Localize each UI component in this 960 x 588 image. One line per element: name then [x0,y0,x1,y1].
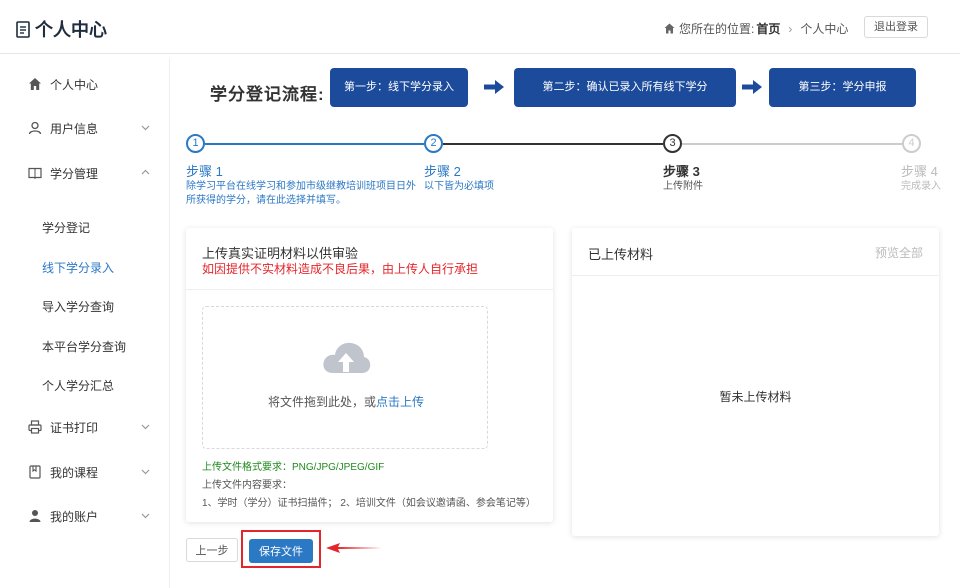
step-1-desc-line1: 除学习平台在线学习和参加市级继教培训班项目日外 [186,181,416,192]
annotation-arrow-icon [326,543,382,553]
chevron-down-icon [141,469,150,475]
uploaded-empty-text: 暂未上传材料 [719,390,792,404]
flow-step-3: 第三步：学分申报 [769,68,916,107]
home-icon [664,23,675,34]
sidebar-item-label: 我的账户 [50,509,99,524]
book-icon [28,167,42,180]
sidebar-item-my-account[interactable]: 我的账户 [16,496,166,536]
step-indicator: 1 步骤 1 除学习平台在线学习和参加市级继教培训班项目日外 所获得的学分，请在… [186,134,946,214]
step-1-desc-line2: 所获得的学分，请在此选择并填写。 [186,195,346,206]
logout-button[interactable]: 退出登录 [864,16,928,38]
sidebar-item-label: 学分管理 [50,166,99,181]
save-file-button[interactable]: 保存文件 [249,539,313,563]
chevron-down-icon [141,424,150,430]
chevron-up-icon [141,169,150,175]
previous-step-button[interactable]: 上一步 [186,538,238,562]
preview-all-link[interactable]: 预览全部 [875,244,923,261]
sidebar-item-personal-center[interactable]: 个人中心 [16,64,166,104]
step-1-circle: 1 [186,134,205,153]
sidebar: 个人中心 用户信息 学分管理 学分登记 线下学分录入 导入学分查询 本平台学分查… [16,58,170,588]
bookmark-icon [29,465,41,479]
step-2-circle: 2 [424,134,443,153]
sidebar-item-label: 用户信息 [50,121,99,136]
upload-card-header: 上传真实证明材料以供审验 如因提供不实材料造成不良后果，由上传人自行承担 [186,228,553,290]
sidebar-item-label: 证书打印 [50,420,99,435]
step-1-title: 步骤 1 [186,164,223,179]
user-icon [28,121,42,135]
sidebar-item-label: 我的课程 [50,465,99,480]
flow-step-1: 第一步：线下学分录入 [330,68,468,107]
step-2-desc: 以下皆为必填项 [424,181,494,192]
uploaded-title: 已上传材料 [588,247,654,262]
sidebar-item-credit-management[interactable]: 学分管理 [16,153,166,193]
upload-content-requirement: 1、学时（学分）证书扫描件； 2、培训文件（如会议邀请函、参会笔记等） [202,498,536,509]
document-icon [16,20,30,38]
breadcrumb: 您所在的位置: 首页 › 个人中心 [664,20,848,37]
sidebar-subitem-offline-credit-entry[interactable]: 线下学分录入 [42,259,114,276]
breadcrumb-home[interactable]: 首页 [756,20,780,37]
cloud-upload-icon [323,342,371,373]
step-4-desc: 完成录入 [901,181,941,192]
uploaded-materials-card: 已上传材料 预览全部 暂未上传材料 [572,228,939,536]
sidebar-item-label: 个人中心 [50,77,99,92]
step-line-done [205,143,424,145]
step-3-desc: 上传附件 [663,181,703,192]
top-header: 个人中心 您所在的位置: 首页 › 个人中心 退出登录 [0,0,960,54]
upload-warning: 如因提供不实材料造成不良后果，由上传人自行承担 [202,262,479,276]
save-button-highlight: 保存文件 [241,530,321,568]
step-2-title: 步骤 2 [424,164,461,179]
content-area: 学分登记流程: 第一步：线下学分录入 第二步：确认已录入所有线下学分 第三步：学… [186,58,946,588]
breadcrumb-separator: › [788,21,793,36]
click-upload-link[interactable]: 点击上传 [376,395,424,409]
header-title-wrap: 个人中心 [16,16,107,42]
upload-content-requirement-title: 上传文件内容要求： [202,480,292,491]
page-title: 个人中心 [35,20,107,40]
step-4-title: 步骤 4 [901,164,938,179]
upload-hint-text: 将文件拖到此处，或 [267,395,376,409]
step-1-desc: 除学习平台在线学习和参加市级继教培训班项目日外 所获得的学分，请在此选择并填写。 [186,180,426,208]
location-label: 您所在的位置: [679,22,755,36]
step-4-circle: 4 [902,134,921,153]
upload-hint: 将文件拖到此处，或点击上传 [203,393,489,410]
upload-dropzone[interactable]: 将文件拖到此处，或点击上传 [202,306,488,449]
step-3-title: 步骤 3 [663,164,700,179]
account-icon [29,510,41,522]
sidebar-subitem-import-credit-query[interactable]: 导入学分查询 [42,298,114,315]
printer-icon [28,420,42,434]
step-line-done [443,143,663,145]
sidebar-subitem-platform-credit-query[interactable]: 本平台学分查询 [42,338,126,355]
arrow-right-icon [484,80,504,94]
step-line-todo [682,143,902,145]
sidebar-item-certificate-print[interactable]: 证书打印 [16,407,166,447]
step-3-circle: 3 [663,134,682,153]
chevron-down-icon [141,513,150,519]
flow-step-2: 第二步：确认已录入所有线下学分 [514,68,736,107]
sidebar-subitem-credit-register[interactable]: 学分登记 [42,219,90,236]
sidebar-item-my-courses[interactable]: 我的课程 [16,452,166,492]
uploaded-card-header: 已上传材料 预览全部 [572,228,939,276]
upload-format-requirement: 上传文件格式要求：PNG/JPG/JPEG/GIF [202,462,385,473]
sidebar-subitem-personal-credit-summary[interactable]: 个人学分汇总 [42,377,114,394]
upload-card: 上传真实证明材料以供审验 如因提供不实材料造成不良后果，由上传人自行承担 将文件… [186,228,553,522]
arrow-right-icon [742,80,762,94]
home-icon [29,78,41,90]
breadcrumb-current: 个人中心 [800,22,849,36]
flow-label: 学分登记流程: [210,85,325,104]
chevron-down-icon [141,125,150,131]
sidebar-item-user-info[interactable]: 用户信息 [16,108,166,148]
